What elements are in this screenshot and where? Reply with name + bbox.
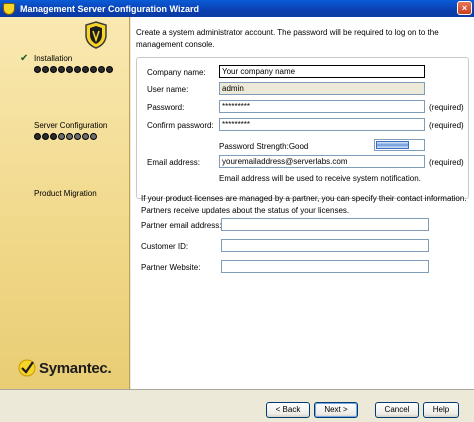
next-button[interactable]: Next > (314, 402, 358, 418)
step-progress-indicator (34, 133, 130, 140)
help-button[interactable]: Help (423, 402, 459, 418)
password-field[interactable]: ********* (219, 100, 425, 113)
progress-dot-filled (66, 66, 73, 73)
step-installation: ✔ Installation (0, 52, 130, 73)
progress-dot-filled (42, 133, 49, 140)
title-bar: Management Server Configuration Wizard × (0, 0, 474, 17)
email-required-label: (required) (429, 158, 464, 167)
progress-dot-filled (74, 66, 81, 73)
progress-dot-filled (50, 133, 57, 140)
company-name-field[interactable]: Your company name (219, 65, 425, 78)
symantec-logo: Symantec. (18, 359, 112, 377)
confirm-password-field[interactable]: ********* (219, 118, 425, 131)
progress-dot-filled (90, 66, 97, 73)
progress-dot-filled (98, 66, 105, 73)
password-strength-fill (376, 141, 409, 149)
progress-dot-empty (58, 133, 65, 140)
progress-dot-empty (90, 133, 97, 140)
email-note: Email address will be used to receive sy… (219, 174, 421, 183)
progress-dot-empty (82, 133, 89, 140)
content-area: Create a system administrator account. T… (131, 17, 474, 389)
symantec-check-icon (18, 359, 36, 377)
confirm-password-label: Confirm password: (147, 121, 214, 130)
progress-dot-filled (82, 66, 89, 73)
progress-dot-filled (106, 66, 113, 73)
app-shield-icon (3, 2, 15, 15)
password-required-label: (required) (429, 103, 464, 112)
partner-email-label: Partner email address: (141, 221, 222, 230)
password-strength-meter (374, 139, 425, 151)
company-name-label: Company name: (147, 68, 206, 77)
user-name-field[interactable]: admin (219, 82, 425, 95)
wizard-steps-panel: ✔ Installation Server Configuration Prod… (0, 17, 130, 389)
progress-dot-filled (34, 66, 41, 73)
admin-account-group: Company name: Your company name User nam… (136, 57, 469, 199)
step-product-migration: Product Migration (0, 187, 130, 199)
partner-email-field[interactable] (221, 218, 429, 231)
progress-dot-filled (58, 66, 65, 73)
step-label: Product Migration (34, 188, 97, 198)
progress-dot-empty (66, 133, 73, 140)
confirm-required-label: (required) (429, 121, 464, 130)
customer-id-label: Customer ID: (141, 242, 189, 251)
step-label: Server Configuration (34, 120, 108, 130)
symantec-shield-icon (85, 21, 107, 49)
step-label: Installation (34, 53, 73, 63)
brand-name: Symantec. (39, 359, 112, 377)
progress-dot-filled (34, 133, 41, 140)
password-label: Password: (147, 103, 185, 112)
step-progress-indicator (34, 66, 130, 73)
partner-website-label: Partner Website: (141, 263, 201, 272)
progress-dot-filled (42, 66, 49, 73)
progress-dot-filled (50, 66, 57, 73)
email-address-label: Email address: (147, 158, 200, 167)
step-server-configuration: Server Configuration (0, 119, 130, 140)
cancel-button[interactable]: Cancel (375, 402, 419, 418)
back-button[interactable]: < Back (266, 402, 310, 418)
partner-website-field[interactable] (221, 260, 429, 273)
email-address-field[interactable]: youremailaddress@serverlabs.com (219, 155, 425, 168)
progress-dot-empty (74, 133, 81, 140)
window-title: Management Server Configuration Wizard (20, 3, 199, 14)
checkmark-icon: ✔ (20, 52, 29, 64)
intro-text: Create a system administrator account. T… (136, 28, 439, 49)
partner-info-text: If your product licenses are managed by … (141, 194, 467, 215)
close-button[interactable]: × (457, 1, 472, 15)
wizard-button-bar: < Back Next > Cancel Help (0, 389, 474, 422)
user-name-label: User name: (147, 85, 189, 94)
customer-id-field[interactable] (221, 239, 429, 252)
password-strength-label: Password Strength:Good (219, 142, 309, 151)
